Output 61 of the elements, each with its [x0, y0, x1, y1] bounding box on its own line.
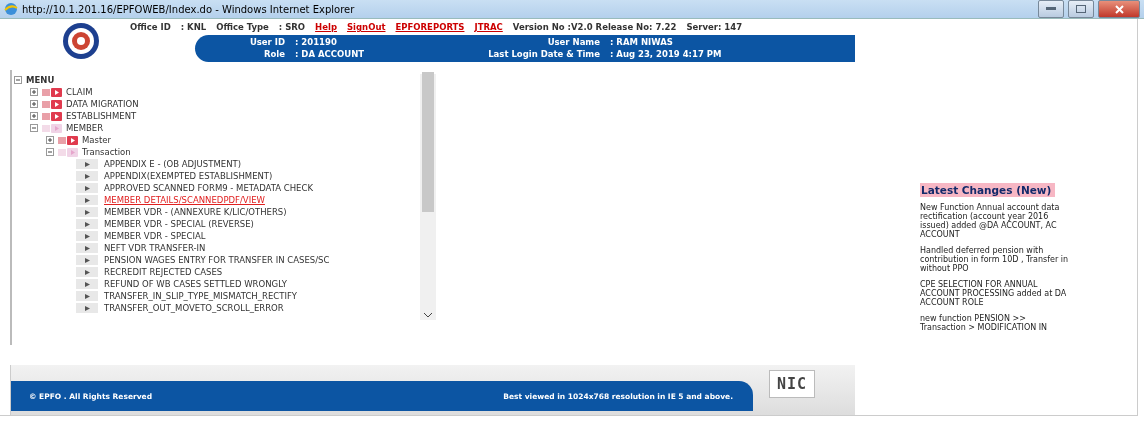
menu-item[interactable]: MEMBER — [66, 123, 104, 133]
collapse-icon[interactable] — [30, 124, 38, 132]
change-note: new function PENSION >> Transaction > MODIFICATION IN — [920, 314, 1049, 332]
expand-icon[interactable] — [30, 88, 38, 96]
minimize-icon — [1046, 7, 1056, 11]
menu-item[interactable]: RECREDIT REJECTED CASES — [104, 267, 223, 277]
maximize-icon — [1076, 5, 1086, 13]
menu-item[interactable]: DATA MIGRATION — [66, 99, 139, 109]
collapse-icon[interactable] — [46, 148, 54, 156]
latest-changes-title: Latest Changes (New) — [920, 183, 1056, 197]
menu-item[interactable]: CLAIM — [66, 87, 93, 97]
menu-item[interactable]: MEMBER VDR - (ANNEXURE K/LIC/OTHERS) — [104, 207, 287, 217]
expand-icon[interactable] — [30, 100, 38, 108]
user-value: : DA ACCOUNT — [295, 48, 366, 61]
close-button[interactable] — [1098, 0, 1140, 18]
minimize-button[interactable] — [1038, 0, 1064, 18]
menu-item[interactable]: APPROVED SCANNED FORM9 - METADATA CHECK — [104, 183, 313, 193]
menu-item[interactable]: REFUND OF WB CASES SETTLED WRONGLY — [104, 279, 287, 289]
info-value: : SRO — [278, 22, 306, 32]
version-text: Version No :V2.0 Release No: 7.22 — [512, 22, 677, 32]
expand-icon[interactable] — [46, 136, 54, 144]
header-link[interactable]: JTRAC — [474, 22, 503, 32]
menu-item[interactable]: ESTABLISHMENT — [66, 111, 137, 121]
change-note: CPE SELECTION FOR ANNUAL ACCOUNT PROCESSING added at DA ACCOUNT ROLE — [920, 280, 1068, 307]
menu-item[interactable]: MENU — [26, 75, 55, 85]
menu-item[interactable]: TRANSFER_IN_SLIP_TYPE_MISMATCH_RECTIFY — [104, 291, 297, 301]
nic-logo: NIC — [769, 370, 815, 398]
info-label: Office Type — [216, 22, 269, 32]
user-value: : RAM NIWAS — [610, 36, 674, 49]
menu-item[interactable]: APPENDIX(EXEMPTED ESTABLISHMENT) — [104, 171, 273, 181]
header-link[interactable]: Help — [315, 22, 337, 32]
user-value: : Aug 23, 2019 4:17 PM — [610, 48, 723, 61]
header-link[interactable]: EPFOREPORTS — [395, 22, 465, 32]
browser-icon — [4, 2, 18, 16]
menu-item[interactable]: MEMBER VDR - SPECIAL (REVERSE) — [104, 219, 254, 229]
menu-item[interactable]: Transaction — [82, 147, 131, 157]
scrollbar[interactable] — [420, 74, 436, 320]
menu-item[interactable]: PENSION WAGES ENTRY FOR TRANSFER IN CASES/SC — [104, 255, 330, 265]
change-note: Handled deferred pension with contribution in form 10D , Transfer in without PPO — [920, 246, 1070, 273]
collapse-icon[interactable] — [14, 76, 22, 84]
scroll-down-icon[interactable] — [423, 312, 433, 318]
user-label: Last Login Date & Time — [487, 48, 601, 61]
menu-item[interactable]: NEFT VDR TRANSFER-IN — [104, 243, 206, 253]
expand-icon[interactable] — [30, 112, 38, 120]
maximize-button[interactable] — [1068, 0, 1094, 18]
menu-item[interactable]: MEMBER DETAILS/SCANNEDPDF/VIEW — [104, 195, 265, 205]
menu-item[interactable]: MEMBER VDR - SPECIAL — [104, 231, 206, 241]
user-label: Role — [262, 48, 286, 61]
window-title: http://10.1.201.16/EPFOWEB/Index.do - Windows Internet Explorer — [22, 3, 356, 15]
header-link[interactable]: SignOut — [347, 22, 386, 32]
info-value: : KNL — [180, 22, 207, 32]
info-label: Office ID — [130, 22, 171, 32]
change-note: New Function Annual account data rectification (account year 2016 issued) added @DA ACCOUNT, AC ACCOUNT — [920, 203, 1061, 239]
menu-item[interactable]: TRANSFER_OUT_MOVETO_SCROLL_ERROR — [104, 303, 284, 313]
server-text: Server: 147 — [686, 22, 743, 32]
user-label: User Name — [546, 36, 601, 49]
user-label: User ID — [248, 36, 286, 49]
user-value: : 201190 — [295, 36, 338, 49]
menu-item[interactable]: Master — [82, 135, 112, 145]
menu-item[interactable]: APPENDIX E - (OB ADJUSTMENT) — [104, 159, 241, 169]
close-icon — [1114, 4, 1124, 14]
